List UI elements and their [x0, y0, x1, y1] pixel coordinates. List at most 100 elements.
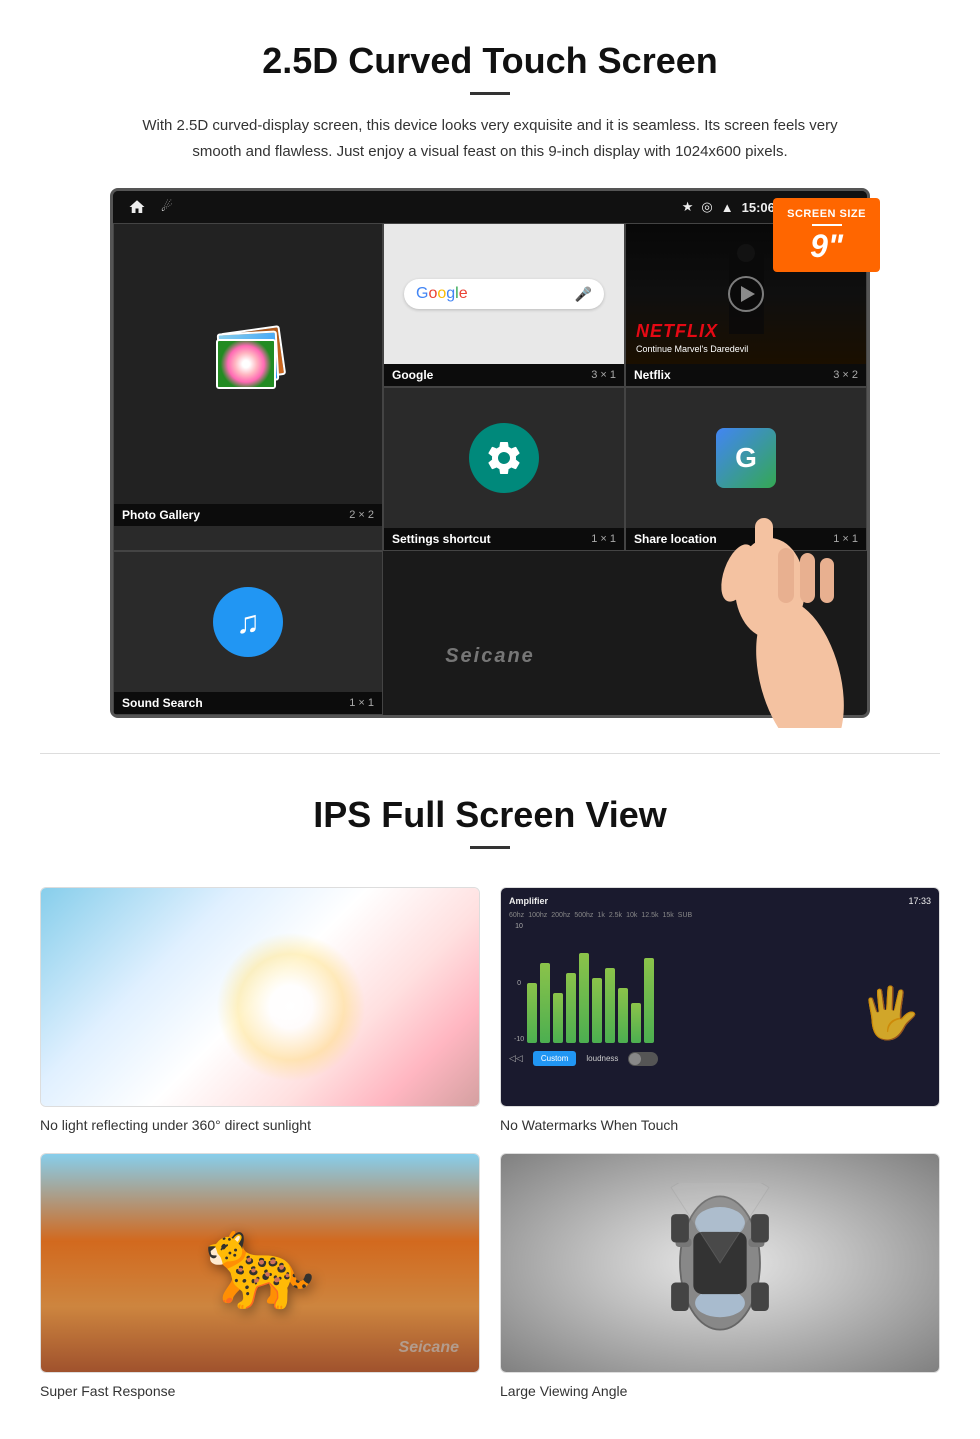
- settings-content: [384, 388, 624, 528]
- eq-db-minus10: -10: [514, 1036, 524, 1043]
- sound-search-icon-circle: ♫: [213, 587, 283, 657]
- gear-icon: [484, 438, 524, 478]
- share-location-app-name: Share location: [634, 532, 717, 546]
- share-location-label: Share location 1 × 1: [626, 528, 866, 550]
- sunlight-label: No light reflecting under 360° direct su…: [40, 1117, 480, 1133]
- settings-app-size: 1 × 1: [591, 533, 616, 545]
- eq-title-label: Amplifier: [509, 896, 548, 906]
- screen-watermark: Seicane: [445, 645, 535, 668]
- eq-bar-1[interactable]: [527, 983, 537, 1043]
- netflix-app-name: Netflix: [634, 368, 671, 382]
- app-cell-settings[interactable]: Settings shortcut 1 × 1: [383, 387, 625, 551]
- freq-200hz: 200hz: [551, 912, 570, 919]
- app-cell-sound-search[interactable]: ♫ Sound Search 1 × 1: [113, 551, 383, 715]
- music-note-icon: ♫: [236, 604, 260, 641]
- g-letter-1: G: [416, 285, 428, 302]
- netflix-app-size: 3 × 2: [833, 369, 858, 381]
- feature-car: Large Viewing Angle: [500, 1153, 940, 1399]
- sound-search-label: Sound Search 1 × 1: [114, 692, 382, 714]
- car-visual: [501, 1154, 939, 1372]
- wifi-icon: ▲: [721, 200, 734, 215]
- app-cell-google[interactable]: Google 🎤 Google 3 × 1: [383, 223, 625, 387]
- app-cell-photo-gallery[interactable]: Photo Gallery 2 × 2: [113, 223, 383, 551]
- eq-bar-5[interactable]: [579, 953, 589, 1043]
- eq-bar-4[interactable]: [566, 973, 576, 1043]
- cheetah-emoji: 🐆: [204, 1218, 316, 1308]
- share-location-app-size: 1 × 1: [833, 533, 858, 545]
- google-app-size: 3 × 1: [591, 369, 616, 381]
- sunlight-image: [40, 887, 480, 1107]
- status-left: ☄: [127, 198, 173, 216]
- badge-size-text: 9": [787, 230, 866, 262]
- flower-decoration: [218, 341, 274, 387]
- bluetooth-icon: ★: [682, 199, 694, 215]
- loudness-toggle[interactable]: [628, 1052, 658, 1066]
- eq-db-0: 0: [517, 980, 521, 987]
- eq-bar-7[interactable]: [605, 968, 615, 1043]
- eq-bar-8[interactable]: [618, 988, 628, 1043]
- eq-time-display: 17:33: [908, 896, 931, 906]
- eq-loudness-label: loudness: [586, 1054, 618, 1063]
- netflix-logo: NETFLIX: [636, 321, 718, 342]
- device-mock: ☄ ★ ◎ ▲ 15:06 □ ◁) ☒ ▭: [110, 188, 870, 718]
- usb-icon: ☄: [161, 199, 173, 215]
- eq-bar-2[interactable]: [540, 963, 550, 1043]
- section1-description: With 2.5D curved-display screen, this de…: [140, 113, 840, 164]
- eq-bar-9[interactable]: [631, 1003, 641, 1043]
- status-time: 15:06: [742, 200, 775, 215]
- sound-search-app-name: Sound Search: [122, 696, 203, 710]
- google-search-bar[interactable]: Google 🎤: [404, 279, 604, 309]
- feature-sunlight: No light reflecting under 360° direct su…: [40, 887, 480, 1133]
- settings-icon-circle: [469, 423, 539, 493]
- freq-500hz: 500hz: [574, 912, 593, 919]
- eq-bars-area: 10 0 -10 🖐: [509, 923, 931, 1043]
- sound-search-content: ♫: [114, 552, 382, 692]
- badge-top-text: Screen Size: [787, 208, 866, 220]
- cheetah-watermark: Seicane: [399, 1339, 459, 1357]
- equalizer-image: Amplifier 17:33 60hz 100hz 200hz 500hz 1…: [500, 887, 940, 1107]
- toggle-knob: [629, 1053, 641, 1065]
- photo-gallery-label: Photo Gallery 2 × 2: [114, 504, 382, 526]
- freq-12k5: 12.5k: [641, 912, 658, 919]
- google-logo: Google: [416, 285, 468, 303]
- eq-bar-3[interactable]: [553, 993, 563, 1043]
- photo-gallery-app-name: Photo Gallery: [122, 508, 200, 522]
- eq-left-labels: 10 0 -10: [514, 923, 524, 1043]
- maps-g-icon: G: [716, 428, 776, 488]
- eq-frequency-labels: 60hz 100hz 200hz 500hz 1k 2.5k 10k 12.5k…: [509, 912, 931, 919]
- eq-bar-10[interactable]: [644, 958, 654, 1043]
- settings-app-name: Settings shortcut: [392, 532, 491, 546]
- eq-db-10: 10: [515, 923, 523, 930]
- eq-custom-button[interactable]: Custom: [533, 1051, 577, 1066]
- eq-bottom-controls: ◁◁ Custom loudness: [509, 1051, 931, 1066]
- car-label: Large Viewing Angle: [500, 1383, 940, 1399]
- screen-size-badge: Screen Size 9": [773, 198, 880, 272]
- badge-divider: [812, 224, 842, 226]
- sunlight-rays: [216, 932, 366, 1082]
- eq-top-bar: Amplifier 17:33: [509, 896, 931, 906]
- section1-divider: [470, 92, 510, 95]
- features-grid: No light reflecting under 360° direct su…: [0, 887, 980, 1439]
- freq-100hz: 100hz: [528, 912, 547, 919]
- netflix-subtitle: Continue Marvel's Daredevil: [636, 344, 748, 354]
- photo-stack: [208, 324, 288, 404]
- share-location-content: G: [626, 388, 866, 528]
- eq-visual: Amplifier 17:33 60hz 100hz 200hz 500hz 1…: [501, 888, 939, 1106]
- section1-title: 2.5D Curved Touch Screen: [60, 40, 920, 82]
- app-cell-share-location[interactable]: G Share location 1 × 1: [625, 387, 867, 551]
- settings-label: Settings shortcut 1 × 1: [384, 528, 624, 550]
- section2-title: IPS Full Screen View: [40, 794, 940, 836]
- google-label: Google 3 × 1: [384, 364, 624, 386]
- google-app-name: Google: [392, 368, 433, 382]
- eq-bar-6[interactable]: [592, 978, 602, 1043]
- section-curved-touchscreen: 2.5D Curved Touch Screen With 2.5D curve…: [0, 0, 980, 753]
- touch-hand-icon: 🖐: [859, 984, 921, 1043]
- section-ips: IPS Full Screen View: [0, 754, 980, 887]
- g-letter-6: e: [459, 285, 468, 302]
- netflix-label: Netflix 3 × 2: [626, 364, 866, 386]
- freq-60hz: 60hz: [509, 912, 524, 919]
- sunlight-visual: [41, 888, 479, 1106]
- google-content: Google 🎤: [384, 224, 624, 364]
- app-grid: Google 🎤 Google 3 × 1: [113, 223, 867, 715]
- freq-1k: 1k: [597, 912, 604, 919]
